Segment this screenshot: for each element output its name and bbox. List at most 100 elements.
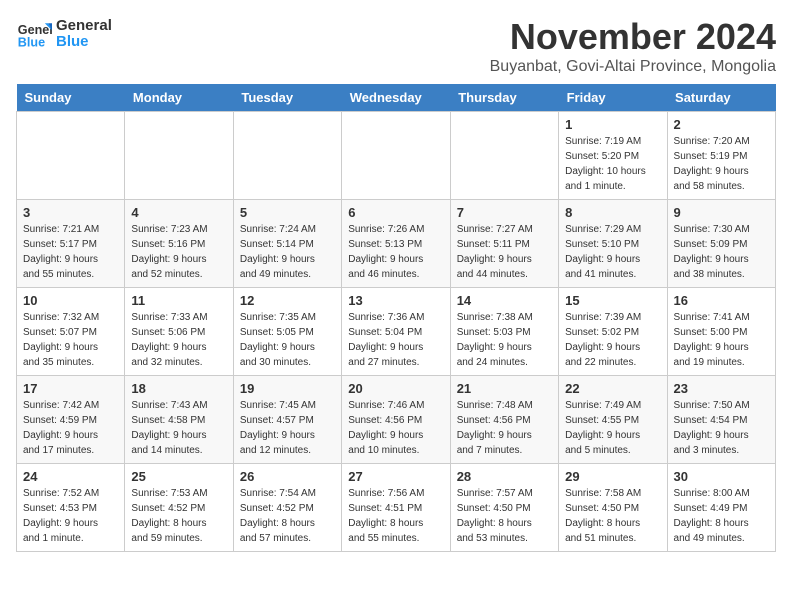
- weekday-header-monday: Monday: [125, 84, 233, 112]
- calendar-cell: 12Sunrise: 7:35 AM Sunset: 5:05 PM Dayli…: [233, 288, 341, 376]
- calendar-cell: 28 Sunrise: 7:57 AM Sunset: 4:50 PM Dayli…: [450, 464, 558, 552]
- day-number: 30: [674, 469, 769, 484]
- day-info: Sunrise: 7:45 AM Sunset: 4:57 PM Dayligh…: [240, 398, 335, 458]
- calendar-cell: 4 Sunrise: 7:23 AM Sunset: 5:16 PM Daylig…: [125, 200, 233, 288]
- day-number: 1: [565, 117, 660, 132]
- calendar-cell: 21 Sunrise: 7:48 AM Sunset: 4:56 PM Dayli…: [450, 376, 558, 464]
- day-info: Sunrise: 7:20 AM Sunset: 5:19 PM Dayligh…: [674, 134, 769, 194]
- day-number: 9: [674, 205, 769, 220]
- day-number: 5: [240, 205, 335, 220]
- page-header: General Blue General Blue November 2024 …: [16, 16, 776, 76]
- calendar-cell: 22Sunrise: 7:49 AM Sunset: 4:55 PM Dayli…: [559, 376, 667, 464]
- calendar-cell: 15 Sunrise: 7:39 AM Sunset: 5:02 PM Dayli…: [559, 288, 667, 376]
- day-info: Sunrise: 7:41 AM Sunset: 5:00 PM Dayligh…: [674, 310, 769, 370]
- day-number: 20: [348, 381, 443, 396]
- day-number: 15: [565, 293, 660, 308]
- weekday-header-saturday: Saturday: [667, 84, 775, 112]
- day-number: 28: [457, 469, 552, 484]
- day-number: 14: [457, 293, 552, 308]
- day-info: Sunrise: 7:57 AM Sunset: 4:50 PM Dayligh…: [457, 486, 552, 546]
- day-info: Sunrise: 7:26 AM Sunset: 5:13 PM Dayligh…: [348, 222, 443, 282]
- calendar-cell: 5 Sunrise: 7:24 AM Sunset: 5:14 PM Daylig…: [233, 200, 341, 288]
- calendar-cell: 2 Sunrise: 7:20 AM Sunset: 5:19 PM Daylig…: [667, 112, 775, 200]
- day-number: 29: [565, 469, 660, 484]
- calendar-cell: 1Sunrise: 7:19 AM Sunset: 5:20 PM Daylig…: [559, 112, 667, 200]
- day-number: 10: [23, 293, 118, 308]
- calendar-cell: [342, 112, 450, 200]
- day-info: Sunrise: 7:32 AM Sunset: 5:07 PM Dayligh…: [23, 310, 118, 370]
- calendar-cell: 24Sunrise: 7:52 AM Sunset: 4:53 PM Dayli…: [17, 464, 125, 552]
- day-info: Sunrise: 7:43 AM Sunset: 4:58 PM Dayligh…: [131, 398, 226, 458]
- day-info: Sunrise: 7:48 AM Sunset: 4:56 PM Dayligh…: [457, 398, 552, 458]
- calendar-cell: 10 Sunrise: 7:32 AM Sunset: 5:07 PM Dayli…: [17, 288, 125, 376]
- logo-general: General: [56, 18, 112, 35]
- calendar-cell: 8Sunrise: 7:29 AM Sunset: 5:10 PM Daylig…: [559, 200, 667, 288]
- calendar-cell: 7 Sunrise: 7:27 AM Sunset: 5:11 PM Daylig…: [450, 200, 558, 288]
- calendar-cell: 11 Sunrise: 7:33 AM Sunset: 5:06 PM Dayli…: [125, 288, 233, 376]
- calendar-cell: 16 Sunrise: 7:41 AM Sunset: 5:00 PM Dayli…: [667, 288, 775, 376]
- day-info: Sunrise: 7:24 AM Sunset: 5:14 PM Dayligh…: [240, 222, 335, 282]
- day-number: 21: [457, 381, 552, 396]
- calendar-week-5: 24Sunrise: 7:52 AM Sunset: 4:53 PM Dayli…: [17, 464, 776, 552]
- day-info: Sunrise: 7:42 AM Sunset: 4:59 PM Dayligh…: [23, 398, 118, 458]
- day-number: 7: [457, 205, 552, 220]
- day-number: 4: [131, 205, 226, 220]
- calendar-cell: 26 Sunrise: 7:54 AM Sunset: 4:52 PM Dayli…: [233, 464, 341, 552]
- weekday-header-thursday: Thursday: [450, 84, 558, 112]
- calendar-cell: 27Sunrise: 7:56 AM Sunset: 4:51 PM Dayli…: [342, 464, 450, 552]
- day-number: 2: [674, 117, 769, 132]
- day-info: Sunrise: 7:53 AM Sunset: 4:52 PM Dayligh…: [131, 486, 226, 546]
- calendar-cell: 30 Sunrise: 8:00 AM Sunset: 4:49 PM Dayli…: [667, 464, 775, 552]
- day-number: 18: [131, 381, 226, 396]
- day-info: Sunrise: 7:52 AM Sunset: 4:53 PM Dayligh…: [23, 486, 118, 546]
- weekday-header-sunday: Sunday: [17, 84, 125, 112]
- logo-blue: Blue: [56, 34, 112, 51]
- calendar-cell: [17, 112, 125, 200]
- location: Buyanbat, Govi-Altai Province, Mongolia: [490, 58, 776, 76]
- calendar-week-3: 10 Sunrise: 7:32 AM Sunset: 5:07 PM Dayli…: [17, 288, 776, 376]
- day-info: Sunrise: 7:38 AM Sunset: 5:03 PM Dayligh…: [457, 310, 552, 370]
- day-info: Sunrise: 7:33 AM Sunset: 5:06 PM Dayligh…: [131, 310, 226, 370]
- calendar-cell: [233, 112, 341, 200]
- title-block: November 2024 Buyanbat, Govi-Altai Provi…: [490, 16, 776, 76]
- day-number: 25: [131, 469, 226, 484]
- day-info: Sunrise: 7:39 AM Sunset: 5:02 PM Dayligh…: [565, 310, 660, 370]
- day-number: 16: [674, 293, 769, 308]
- day-info: Sunrise: 7:27 AM Sunset: 5:11 PM Dayligh…: [457, 222, 552, 282]
- calendar-cell: 19 Sunrise: 7:45 AM Sunset: 4:57 PM Dayli…: [233, 376, 341, 464]
- day-number: 26: [240, 469, 335, 484]
- calendar-week-2: 3Sunrise: 7:21 AM Sunset: 5:17 PM Daylig…: [17, 200, 776, 288]
- calendar-week-1: 1Sunrise: 7:19 AM Sunset: 5:20 PM Daylig…: [17, 112, 776, 200]
- calendar-cell: 17 Sunrise: 7:42 AM Sunset: 4:59 PM Dayli…: [17, 376, 125, 464]
- calendar-cell: 20 Sunrise: 7:46 AM Sunset: 4:56 PM Dayli…: [342, 376, 450, 464]
- day-number: 23: [674, 381, 769, 396]
- calendar-cell: 9Sunrise: 7:30 AM Sunset: 5:09 PM Daylig…: [667, 200, 775, 288]
- calendar-cell: 3Sunrise: 7:21 AM Sunset: 5:17 PM Daylig…: [17, 200, 125, 288]
- day-info: Sunrise: 7:56 AM Sunset: 4:51 PM Dayligh…: [348, 486, 443, 546]
- day-info: Sunrise: 7:54 AM Sunset: 4:52 PM Dayligh…: [240, 486, 335, 546]
- day-info: Sunrise: 7:50 AM Sunset: 4:54 PM Dayligh…: [674, 398, 769, 458]
- day-number: 19: [240, 381, 335, 396]
- calendar-cell: 13Sunrise: 7:36 AM Sunset: 5:04 PM Dayli…: [342, 288, 450, 376]
- calendar-table: SundayMondayTuesdayWednesdayThursdayFrid…: [16, 84, 776, 552]
- day-info: Sunrise: 7:58 AM Sunset: 4:50 PM Dayligh…: [565, 486, 660, 546]
- calendar-cell: 29 Sunrise: 7:58 AM Sunset: 4:50 PM Dayli…: [559, 464, 667, 552]
- calendar-cell: 18 Sunrise: 7:43 AM Sunset: 4:58 PM Dayli…: [125, 376, 233, 464]
- day-info: Sunrise: 7:29 AM Sunset: 5:10 PM Dayligh…: [565, 222, 660, 282]
- calendar-header: SundayMondayTuesdayWednesdayThursdayFrid…: [17, 84, 776, 112]
- weekday-header-wednesday: Wednesday: [342, 84, 450, 112]
- calendar-cell: 6Sunrise: 7:26 AM Sunset: 5:13 PM Daylig…: [342, 200, 450, 288]
- weekday-header-tuesday: Tuesday: [233, 84, 341, 112]
- calendar-cell: [125, 112, 233, 200]
- calendar-cell: 23 Sunrise: 7:50 AM Sunset: 4:54 PM Dayli…: [667, 376, 775, 464]
- day-info: Sunrise: 7:23 AM Sunset: 5:16 PM Dayligh…: [131, 222, 226, 282]
- day-number: 11: [131, 293, 226, 308]
- logo-icon: General Blue: [16, 16, 52, 52]
- day-number: 17: [23, 381, 118, 396]
- day-info: Sunrise: 7:21 AM Sunset: 5:17 PM Dayligh…: [23, 222, 118, 282]
- calendar-cell: [450, 112, 558, 200]
- day-info: Sunrise: 7:46 AM Sunset: 4:56 PM Dayligh…: [348, 398, 443, 458]
- calendar-cell: 14 Sunrise: 7:38 AM Sunset: 5:03 PM Dayli…: [450, 288, 558, 376]
- day-info: Sunrise: 8:00 AM Sunset: 4:49 PM Dayligh…: [674, 486, 769, 546]
- day-info: Sunrise: 7:49 AM Sunset: 4:55 PM Dayligh…: [565, 398, 660, 458]
